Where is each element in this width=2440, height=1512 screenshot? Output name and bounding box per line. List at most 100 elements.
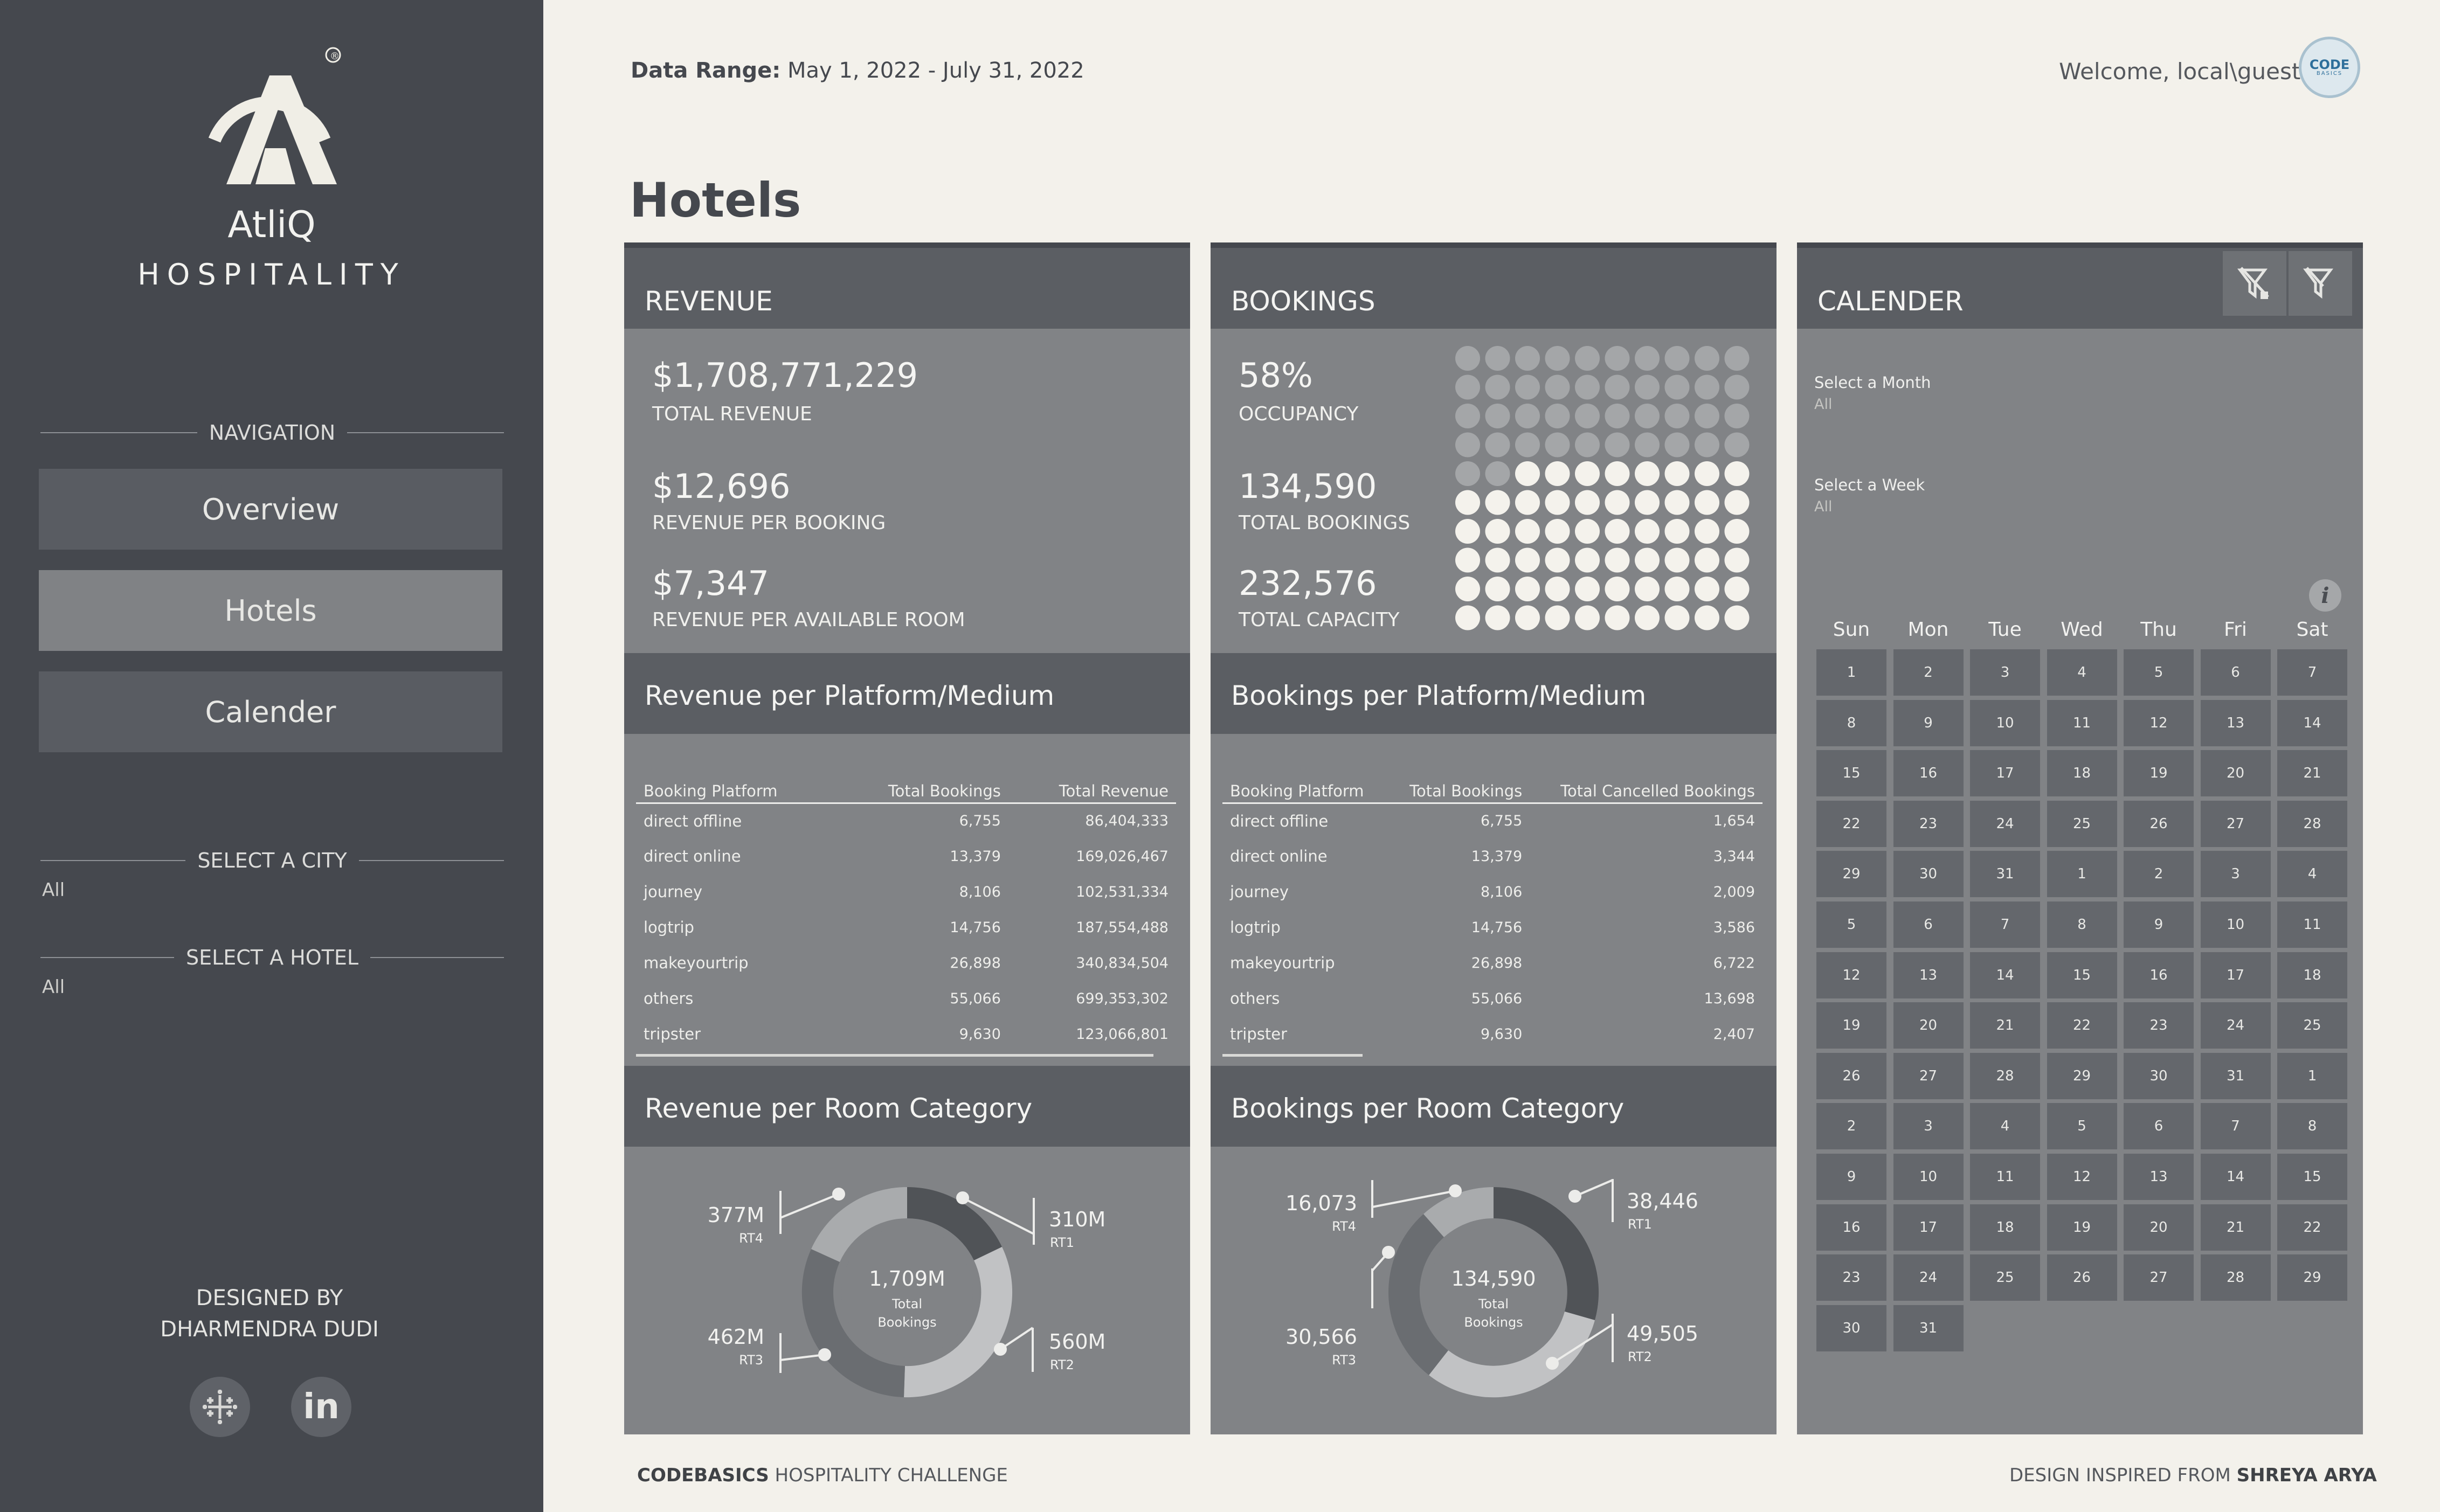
calendar-day[interactable]: 28 [2277, 800, 2347, 847]
calendar-day[interactable]: 4 [1970, 1103, 2040, 1150]
calendar-day[interactable]: 3 [1970, 649, 2040, 696]
calendar-day[interactable]: 20 [2124, 1204, 2194, 1251]
table-row[interactable]: others 55,066 13,698 [1222, 981, 1762, 1016]
calendar-day[interactable]: 11 [2277, 901, 2347, 948]
calendar-day[interactable]: 4 [2047, 649, 2117, 696]
city-filter-value[interactable]: All [42, 879, 65, 901]
column-header[interactable]: Total Bookings [1388, 776, 1530, 804]
table-row[interactable]: logtrip 14,756 187,554,488 [636, 910, 1176, 945]
calendar-day[interactable]: 15 [2047, 952, 2117, 998]
calendar-day[interactable]: 7 [2277, 649, 2347, 696]
calendar-day[interactable]: 31 [1893, 1305, 1964, 1351]
table-row[interactable]: direct online 13,379 3,344 [1222, 838, 1762, 874]
calendar-day[interactable]: 11 [2047, 699, 2117, 746]
calendar-day[interactable]: 21 [1970, 1002, 2040, 1049]
calendar-day[interactable]: 28 [2200, 1254, 2271, 1301]
filter-icon[interactable] [2289, 251, 2352, 316]
table-row[interactable]: journey 8,106 102,531,334 [636, 874, 1176, 910]
table-row[interactable]: others 55,066 699,353,302 [636, 981, 1176, 1016]
table-row[interactable]: makeyourtrip 26,898 6,722 [1222, 945, 1762, 981]
calendar-day[interactable]: 17 [2200, 952, 2271, 998]
calendar-day[interactable]: 6 [2124, 1103, 2194, 1150]
calendar-day[interactable]: 21 [2200, 1204, 2271, 1251]
calendar-day[interactable]: 7 [2200, 1103, 2271, 1150]
table-row[interactable]: makeyourtrip 26,898 340,834,504 [636, 945, 1176, 981]
calendar-day[interactable]: 8 [2277, 1103, 2347, 1150]
calendar-day[interactable]: 8 [1816, 699, 1886, 746]
calendar-day[interactable]: 30 [1816, 1305, 1886, 1351]
calendar-day[interactable]: 16 [1816, 1204, 1886, 1251]
horizontal-scrollbar[interactable] [1222, 1054, 1363, 1057]
calendar-day[interactable]: 18 [2277, 952, 2347, 998]
calendar-day[interactable]: 10 [1893, 1154, 1964, 1200]
table-row[interactable]: direct offline 6,755 1,654 [1222, 803, 1762, 838]
calendar-day[interactable]: 13 [2200, 699, 2271, 746]
nav-hotels-button[interactable]: Hotels [39, 570, 502, 651]
column-header[interactable]: Total Bookings [837, 776, 1008, 804]
calendar-day[interactable]: 25 [2277, 1002, 2347, 1049]
calendar-day[interactable]: 23 [2124, 1002, 2194, 1049]
week-filter-value[interactable]: All [1814, 498, 1832, 515]
table-row[interactable]: direct offline 6,755 86,404,333 [636, 803, 1176, 838]
column-header[interactable]: Total Cancelled Bookings [1530, 776, 1762, 804]
calendar-day[interactable]: 8 [2047, 901, 2117, 948]
calendar-day[interactable]: 9 [1893, 699, 1964, 746]
calendar-day[interactable]: 27 [2124, 1254, 2194, 1301]
calendar-day[interactable]: 2 [1893, 649, 1964, 696]
calendar-day[interactable]: 18 [1970, 1204, 2040, 1251]
calendar-day[interactable]: 12 [2124, 699, 2194, 746]
calendar-day[interactable]: 16 [2124, 952, 2194, 998]
table-row[interactable]: journey 8,106 2,009 [1222, 874, 1762, 910]
calendar-day[interactable]: 7 [1970, 901, 2040, 948]
calendar-day[interactable]: 11 [1970, 1154, 2040, 1200]
calendar-day[interactable]: 27 [1893, 1052, 1964, 1099]
calendar-day[interactable]: 12 [2047, 1154, 2117, 1200]
calendar-day[interactable]: 19 [1816, 1002, 1886, 1049]
nav-overview-button[interactable]: Overview [39, 469, 502, 550]
calendar-day[interactable]: 24 [1893, 1254, 1964, 1301]
calendar-day[interactable]: 9 [1816, 1154, 1886, 1200]
calendar-day[interactable]: 1 [2047, 851, 2117, 898]
calendar-day[interactable]: 14 [2200, 1154, 2271, 1200]
calendar-day[interactable]: 29 [1816, 851, 1886, 898]
calendar-day[interactable]: 5 [1816, 901, 1886, 948]
linkedin-icon[interactable]: in [291, 1377, 351, 1437]
calendar-day[interactable]: 18 [2047, 750, 2117, 797]
calendar-day[interactable]: 5 [2124, 649, 2194, 696]
calendar-day[interactable]: 26 [2047, 1254, 2117, 1301]
hotel-filter-value[interactable]: All [42, 976, 65, 998]
calendar-day[interactable]: 13 [2124, 1154, 2194, 1200]
column-header[interactable]: Total Revenue [1008, 776, 1176, 804]
calendar-day[interactable]: 22 [2277, 1204, 2347, 1251]
user-avatar[interactable]: CODE BASICS [2299, 37, 2360, 98]
nav-calender-button[interactable]: Calender [39, 671, 502, 752]
column-header[interactable]: Booking Platform [636, 776, 837, 804]
calendar-day[interactable]: 10 [2200, 901, 2271, 948]
calendar-day[interactable]: 1 [1816, 649, 1886, 696]
calendar-day[interactable]: 13 [1893, 952, 1964, 998]
calendar-day[interactable]: 6 [2200, 649, 2271, 696]
calendar-day[interactable]: 23 [1893, 800, 1964, 847]
calendar-day[interactable]: 2 [1816, 1103, 1886, 1150]
column-header[interactable]: Booking Platform [1222, 776, 1388, 804]
calendar-day[interactable]: 31 [1970, 851, 2040, 898]
horizontal-scrollbar[interactable] [636, 1054, 1153, 1057]
calendar-day[interactable]: 15 [2277, 1154, 2347, 1200]
calendar-day[interactable]: 30 [2124, 1052, 2194, 1099]
calendar-day[interactable]: 29 [2277, 1254, 2347, 1301]
clear-filter-icon[interactable] [2223, 251, 2286, 316]
calendar-day[interactable]: 20 [1893, 1002, 1964, 1049]
calendar-day[interactable]: 22 [2047, 1002, 2117, 1049]
calendar-day[interactable]: 28 [1970, 1052, 2040, 1099]
calendar-day[interactable]: 17 [1970, 750, 2040, 797]
calendar-day[interactable]: 24 [2200, 1002, 2271, 1049]
calendar-day[interactable]: 25 [1970, 1254, 2040, 1301]
calendar-day[interactable]: 19 [2047, 1204, 2117, 1251]
calendar-day[interactable]: 16 [1893, 750, 1964, 797]
calendar-day[interactable]: 31 [2200, 1052, 2271, 1099]
calendar-day[interactable]: 30 [1893, 851, 1964, 898]
calendar-day[interactable]: 3 [1893, 1103, 1964, 1150]
tableau-icon[interactable] [190, 1377, 250, 1437]
calendar-day[interactable]: 1 [2277, 1052, 2347, 1099]
calendar-day[interactable]: 6 [1893, 901, 1964, 948]
